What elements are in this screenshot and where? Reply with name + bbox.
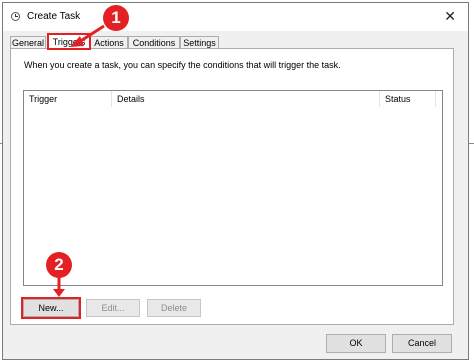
clock-icon (11, 12, 20, 21)
column-header-trigger[interactable]: Trigger (24, 91, 112, 107)
edit-button[interactable]: Edit... (86, 299, 140, 317)
column-header-status[interactable]: Status (380, 91, 436, 107)
delete-button[interactable]: Delete (147, 299, 201, 317)
triggers-tab-highlight (47, 33, 91, 50)
column-header-details[interactable]: Details (112, 91, 380, 107)
title-bar: Create Task ✕ (3, 3, 468, 31)
triggers-description: When you create a task, you can specify … (24, 60, 341, 70)
triggers-list[interactable]: Trigger Details Status (23, 90, 443, 286)
close-icon[interactable]: ✕ (444, 8, 456, 24)
ok-button[interactable]: OK (326, 334, 386, 353)
window-title: Create Task (27, 11, 81, 22)
callout-badge-1: 1 (103, 5, 129, 31)
callout-badge-2: 2 (46, 252, 72, 278)
new-button-highlight (21, 297, 81, 319)
cancel-button[interactable]: Cancel (392, 334, 452, 353)
